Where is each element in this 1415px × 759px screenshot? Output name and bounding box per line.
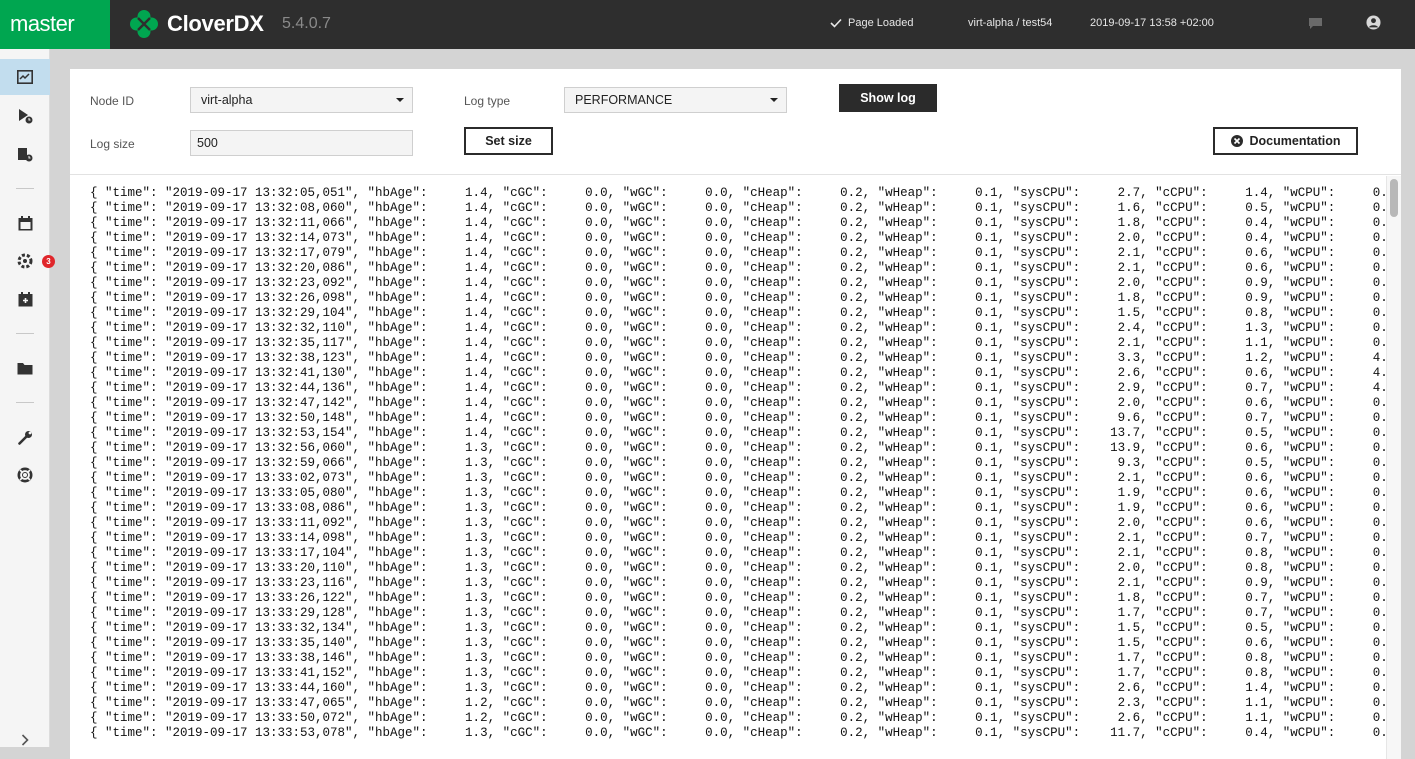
log-type-label: Log type: [464, 94, 511, 108]
sidebar-item-scheduled-runs[interactable]: [0, 136, 50, 172]
log-line: { "time": "2019-09-17 13:32:11,066", "hb…: [90, 216, 1386, 230]
environment-label[interactable]: master: [0, 0, 110, 49]
log-line: { "time": "2019-09-17 13:33:35,140", "hb…: [90, 636, 1386, 650]
page-status: Page Loaded: [830, 17, 913, 29]
chat-icon[interactable]: [1308, 17, 1323, 30]
log-line: { "time": "2019-09-17 13:32:50,148", "hb…: [90, 411, 1386, 425]
log-scrollbar[interactable]: [1386, 176, 1401, 759]
run-job-icon: [19, 109, 33, 124]
log-line: { "time": "2019-09-17 13:33:14,098", "hb…: [90, 531, 1386, 545]
server-datetime: 2019-09-17 13:58 +02:00: [1090, 17, 1214, 29]
log-line: { "time": "2019-09-17 13:32:05,051", "hb…: [90, 186, 1386, 200]
sidebar-item-configuration[interactable]: [0, 419, 50, 455]
log-line: { "time": "2019-09-17 13:32:53,154", "hb…: [90, 426, 1386, 440]
log-line: { "time": "2019-09-17 13:33:32,134", "hb…: [90, 621, 1386, 635]
log-line: { "time": "2019-09-17 13:33:38,146", "hb…: [90, 651, 1386, 665]
log-line: { "time": "2019-09-17 13:33:08,086", "hb…: [90, 501, 1386, 515]
log-line: { "time": "2019-09-17 13:32:38,123", "hb…: [90, 351, 1386, 365]
log-line: { "time": "2019-09-17 13:32:23,092", "hb…: [90, 276, 1386, 290]
log-line: { "time": "2019-09-17 13:32:26,098", "hb…: [90, 291, 1386, 305]
scheduled-run-icon: [18, 148, 33, 162]
scrollbar-thumb[interactable]: [1390, 179, 1398, 217]
log-line: { "time": "2019-09-17 13:32:17,079", "hb…: [90, 246, 1386, 260]
main-panel: Node ID virt-alpha Log type PERFORMANCE …: [70, 69, 1401, 759]
sidebar: 3: [0, 49, 55, 747]
node-id-value: virt-alpha: [201, 93, 253, 107]
sidebar-expand-button[interactable]: [0, 722, 50, 758]
calendar-event-icon: [18, 291, 32, 306]
log-line: { "time": "2019-09-17 13:32:47,142", "hb…: [90, 396, 1386, 410]
log-line: { "time": "2019-09-17 13:33:05,080", "hb…: [90, 486, 1386, 500]
chevron-right-icon: [21, 734, 29, 746]
log-line: { "time": "2019-09-17 13:33:26,122", "hb…: [90, 591, 1386, 605]
log-line: { "time": "2019-09-17 13:33:17,104", "hb…: [90, 546, 1386, 560]
brand-name[interactable]: CloverDX: [167, 11, 264, 37]
event-listener-icon: [17, 253, 32, 269]
log-line: { "time": "2019-09-17 13:33:20,110", "hb…: [90, 561, 1386, 575]
sidebar-item-monitoring[interactable]: [0, 59, 50, 95]
node-id-select[interactable]: virt-alpha: [190, 87, 413, 113]
sidebar-item-event-calendar[interactable]: [0, 281, 50, 317]
log-line: { "time": "2019-09-17 13:32:32,110", "hb…: [90, 321, 1386, 335]
user-icon[interactable]: [1366, 15, 1381, 30]
log-line: { "time": "2019-09-17 13:33:44,160", "hb…: [90, 681, 1386, 695]
log-type-select[interactable]: PERFORMANCE: [564, 87, 787, 113]
monitoring-icon: [17, 70, 33, 84]
log-line: { "time": "2019-09-17 13:33:11,092", "hb…: [90, 516, 1386, 530]
set-size-button[interactable]: Set size: [464, 127, 553, 155]
log-line: { "time": "2019-09-17 13:32:56,060", "hb…: [90, 441, 1386, 455]
log-line: { "time": "2019-09-17 13:32:08,060", "hb…: [90, 201, 1386, 215]
log-line: { "time": "2019-09-17 13:33:02,073", "hb…: [90, 471, 1386, 485]
status-text: Page Loaded: [848, 17, 914, 29]
log-size-label: Log size: [90, 137, 135, 151]
node-id-label: Node ID: [90, 94, 135, 108]
log-line: { "time": "2019-09-17 13:32:44,136", "hb…: [90, 381, 1386, 395]
log-size-input[interactable]: [190, 130, 413, 156]
log-type-value: PERFORMANCE: [575, 93, 673, 107]
sidebar-item-help[interactable]: [0, 457, 50, 493]
log-line: { "time": "2019-09-17 13:33:41,152", "hb…: [90, 666, 1386, 680]
sidebar-item-executions[interactable]: [0, 98, 50, 134]
log-line: { "time": "2019-09-17 13:33:50,072", "hb…: [90, 711, 1386, 725]
cloverdx-logo-icon: [130, 10, 158, 38]
notification-badge: 3: [42, 255, 55, 268]
log-line: { "time": "2019-09-17 13:33:47,065", "hb…: [90, 696, 1386, 710]
dropdown-caret-icon: [770, 98, 778, 102]
log-line: { "time": "2019-09-17 13:32:29,104", "hb…: [90, 306, 1386, 320]
documentation-button[interactable]: Documentation: [1213, 127, 1358, 155]
folder-icon: [17, 362, 33, 374]
dropdown-caret-icon: [396, 98, 404, 102]
documentation-label: Documentation: [1249, 134, 1341, 148]
version-label: 5.4.0.7: [282, 15, 331, 32]
show-log-button[interactable]: Show log: [839, 84, 937, 112]
sidebar-item-sandboxes[interactable]: [0, 350, 50, 386]
log-line: { "time": "2019-09-17 13:32:59,066", "hb…: [90, 456, 1386, 470]
log-line: { "time": "2019-09-17 13:32:41,130", "hb…: [90, 366, 1386, 380]
log-line: { "time": "2019-09-17 13:33:23,116", "hb…: [90, 576, 1386, 590]
clover-icon: [1230, 135, 1243, 147]
sidebar-item-schedules[interactable]: [0, 205, 50, 241]
log-line: { "time": "2019-09-17 13:32:14,073", "hb…: [90, 231, 1386, 245]
top-bar: master CloverDX 5.4.0.7 Page Loaded virt…: [0, 0, 1415, 49]
checkmark-icon: [830, 18, 842, 28]
log-line: { "time": "2019-09-17 13:32:35,117", "hb…: [90, 336, 1386, 350]
node-path: virt-alpha / test54: [968, 17, 1053, 29]
log-line: { "time": "2019-09-17 13:32:20,086", "hb…: [90, 261, 1386, 275]
calendar-icon: [18, 215, 32, 230]
wrench-icon: [17, 430, 32, 445]
lifebuoy-icon: [17, 467, 33, 483]
log-viewer[interactable]: { "time": "2019-09-17 13:32:05,051", "hb…: [70, 176, 1386, 759]
log-settings-form: Node ID virt-alpha Log type PERFORMANCE …: [70, 69, 1401, 175]
log-line: { "time": "2019-09-17 13:33:29,128", "hb…: [90, 606, 1386, 620]
log-line: { "time": "2019-09-17 13:33:53,078", "hb…: [90, 726, 1386, 740]
log-content: { "time": "2019-09-17 13:32:05,051", "hb…: [90, 186, 1386, 741]
